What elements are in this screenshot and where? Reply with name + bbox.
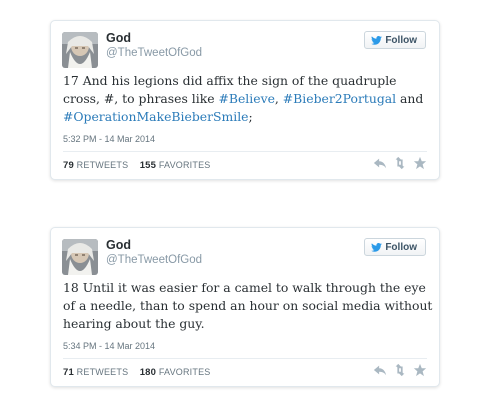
hashtag-link[interactable]: #Believe [218,91,274,106]
star-icon[interactable] [413,156,427,170]
retweets-label[interactable]: RETWEETS [77,160,129,170]
hashtag-link[interactable]: #OperationMakeBieberSmile [63,109,249,124]
retweet-icon[interactable] [393,156,407,170]
twitter-bird-icon [371,35,383,45]
avatar[interactable] [62,239,98,275]
tweet-stats: 71 RETWEETS 180 FAVORITES [63,367,211,378]
tweet-actions [373,156,427,170]
tweet-actions [373,363,427,377]
retweet-count[interactable]: 71 [63,367,74,378]
retweets-label[interactable]: RETWEETS [77,367,129,377]
twitter-bird-icon [371,242,383,252]
author-name[interactable]: God [106,31,131,45]
favorites-label[interactable]: FAVORITES [159,160,211,170]
tweet-text-part: , [274,91,283,106]
avatar[interactable] [62,32,98,68]
favorite-count[interactable]: 180 [140,367,156,378]
tweet-text-part: and [396,91,424,106]
tweet-stats: 79 RETWEETS 155 FAVORITES [63,160,211,171]
retweet-count[interactable]: 79 [63,160,74,171]
tweet-text-part: ; [248,109,253,124]
follow-button[interactable]: Follow [364,238,426,256]
follow-label: Follow [385,241,417,253]
favorite-count[interactable]: 155 [140,160,156,171]
follow-button[interactable]: Follow [364,31,426,49]
retweet-icon[interactable] [393,363,407,377]
embedded-tweet-2: God @TheTweetOfGod Follow 18 Until it wa… [50,227,440,387]
reply-icon[interactable] [373,363,387,377]
author-handle[interactable]: @TheTweetOfGod [106,47,202,59]
embedded-tweet-1: God @TheTweetOfGod Follow 17 And his leg… [50,20,440,180]
author-handle[interactable]: @TheTweetOfGod [106,254,202,266]
god-avatar-image [62,239,98,275]
tweet-timestamp[interactable]: 5:32 PM - 14 Mar 2014 [63,134,155,144]
star-icon[interactable] [413,363,427,377]
favorites-label[interactable]: FAVORITES [159,367,211,377]
tweet-text: 17 And his legions did affix the sign of… [63,72,433,126]
tweet-timestamp[interactable]: 5:34 PM - 14 Mar 2014 [63,341,155,351]
divider [63,358,427,359]
follow-label: Follow [385,34,417,46]
god-avatar-image [62,32,98,68]
reply-icon[interactable] [373,156,387,170]
divider [63,151,427,152]
hashtag-link[interactable]: #Bieber2Portugal [283,91,396,106]
tweet-text: 18 Until it was easier for a camel to wa… [63,280,433,331]
author-name[interactable]: God [106,238,131,252]
